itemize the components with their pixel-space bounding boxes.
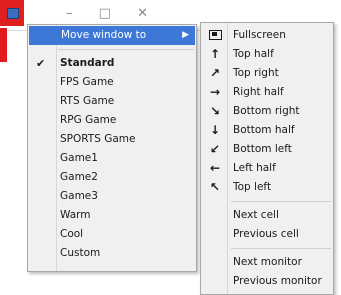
submenu-item-bottom-right[interactable]: ↘ Bottom right	[201, 102, 333, 121]
menu-item-label: Warm	[60, 209, 91, 221]
menu-item-label: Bottom right	[233, 105, 300, 117]
menu-separator	[231, 201, 331, 202]
submenu-item-bottom-left[interactable]: ↙ Bottom left	[201, 140, 333, 159]
minimize-icon[interactable]: –	[66, 6, 73, 21]
context-menu: Move window to ▶ ✔ Standard FPS Game RTS Ga…	[27, 24, 197, 272]
menu-item-label: Top right	[233, 67, 279, 79]
arrow-down-icon: ↓	[209, 123, 221, 137]
menu-item-rpg-game[interactable]: RPG Game	[28, 111, 196, 130]
submenu-item-previous-cell[interactable]: Previous cell	[201, 225, 333, 244]
submenu-item-previous-monitor[interactable]: Previous monitor	[201, 272, 333, 291]
menu-item-game3[interactable]: Game3	[28, 187, 196, 206]
menu-item-label: Next monitor	[233, 256, 302, 268]
submenu-item-right-half[interactable]: → Right half	[201, 83, 333, 102]
menu-item-label: Cool	[60, 228, 84, 240]
submenu-item-next-monitor[interactable]: Next monitor	[201, 253, 333, 272]
menu-item-label: Game1	[60, 152, 98, 164]
menu-item-label: Top left	[233, 181, 272, 193]
menu-item-label: Bottom left	[233, 143, 292, 155]
window-caption-buttons: – □ ✕	[66, 6, 170, 21]
arrow-right-icon: →	[209, 85, 221, 99]
menu-item-label: Custom	[60, 247, 101, 259]
submenu-arrow-icon: ▶	[182, 30, 189, 40]
arrow-left-icon: ←	[209, 161, 221, 175]
menu-item-label: Standard	[60, 57, 115, 69]
menu-item-custom[interactable]: Custom	[28, 244, 196, 263]
menu-item-label: Previous cell	[233, 228, 299, 240]
submenu-item-left-half[interactable]: ← Left half	[201, 159, 333, 178]
arrow-up-icon: ↑	[209, 47, 221, 61]
submenu-item-bottom-half[interactable]: ↓ Bottom half	[201, 121, 333, 140]
menu-item-label: Move window to	[61, 29, 147, 41]
arrow-down-left-icon: ↙	[209, 142, 221, 156]
menu-item-game1[interactable]: Game1	[28, 149, 196, 168]
menu-item-sports-game[interactable]: SPORTS Game	[28, 130, 196, 149]
menu-item-label: RPG Game	[60, 114, 117, 126]
menu-item-label: Game2	[60, 171, 98, 183]
menu-item-label: RTS Game	[60, 95, 115, 107]
submenu-item-fullscreen[interactable]: Fullscreen	[201, 26, 333, 45]
fullscreen-icon	[207, 26, 223, 45]
menu-item-fps-game[interactable]: FPS Game	[28, 73, 196, 92]
submenu-item-top-half[interactable]: ↑ Top half	[201, 45, 333, 64]
menu-item-rts-game[interactable]: RTS Game	[28, 92, 196, 111]
menu-separator	[231, 248, 331, 249]
menu-item-label: Fullscreen	[233, 29, 286, 41]
menu-item-label: Previous monitor	[233, 275, 322, 287]
window-edge	[0, 28, 7, 62]
menu-item-warm[interactable]: Warm	[28, 206, 196, 225]
menu-item-label: Game3	[60, 190, 98, 202]
window-app-icon[interactable]	[0, 0, 24, 26]
arrow-up-right-icon: ↗	[209, 66, 221, 80]
menu-item-standard[interactable]: ✔ Standard	[28, 54, 196, 73]
maximize-icon[interactable]: □	[99, 6, 111, 21]
move-window-to-item[interactable]: Move window to ▶	[29, 26, 195, 45]
menu-item-label: SPORTS Game	[60, 133, 136, 145]
menu-item-label: Bottom half	[233, 124, 295, 136]
submenu-item-top-left[interactable]: ↖ Top left	[201, 178, 333, 197]
menu-item-label: Left half	[233, 162, 276, 174]
menu-item-label: Right half	[233, 86, 284, 98]
submenu-item-top-right[interactable]: ↗ Top right	[201, 64, 333, 83]
menu-item-game2[interactable]: Game2	[28, 168, 196, 187]
menu-item-label: Top half	[233, 48, 274, 60]
menu-item-label: Next cell	[233, 209, 279, 221]
check-icon: ✔	[36, 57, 46, 70]
submenu-item-next-cell[interactable]: Next cell	[201, 206, 333, 225]
menu-item-label: FPS Game	[60, 76, 114, 88]
menu-item-cool[interactable]: Cool	[28, 225, 196, 244]
arrow-down-right-icon: ↘	[209, 104, 221, 118]
close-icon[interactable]: ✕	[137, 6, 148, 21]
move-window-submenu: Fullscreen ↑ Top half ↗ Top right → Right half…	[200, 22, 334, 295]
menu-separator	[58, 49, 194, 50]
arrow-up-left-icon: ↖	[209, 180, 221, 194]
